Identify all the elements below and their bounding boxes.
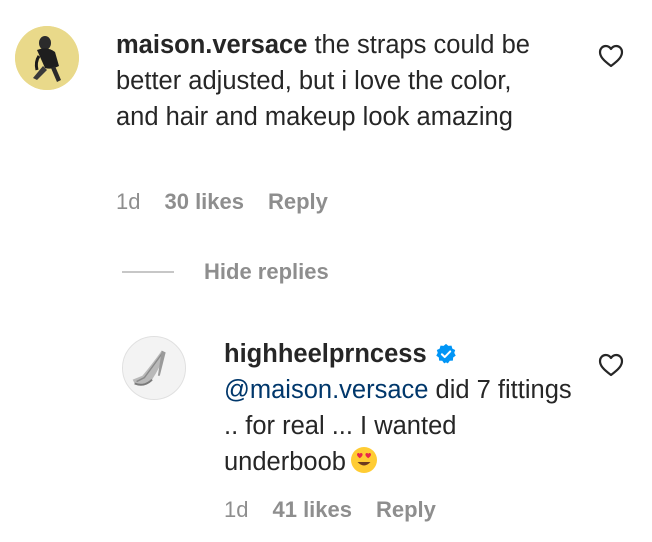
comment-text: highheelprncess @maison.versace did 7 fi… <box>224 336 584 480</box>
comment-meta: 1d 41 likes Reply <box>224 497 436 523</box>
avatar[interactable] <box>122 336 186 400</box>
comment-time: 1d <box>116 189 141 214</box>
avatar-image <box>15 26 79 90</box>
comment-meta: 1d 30 likes Reply <box>116 189 328 215</box>
avatar-image <box>123 337 185 399</box>
verified-badge-icon <box>435 343 456 364</box>
comment-time: 1d <box>224 497 249 522</box>
likes-count[interactable]: 41 likes <box>272 497 352 523</box>
comment-text: maison.versace the straps could be bette… <box>116 27 536 135</box>
comment-username[interactable]: maison.versace <box>116 31 307 59</box>
comment-username[interactable]: highheelprncess <box>224 340 427 368</box>
reply-comment: highheelprncess @maison.versace did 7 fi… <box>0 320 652 542</box>
heart-icon[interactable] <box>598 353 624 377</box>
reply-button[interactable]: Reply <box>376 497 436 523</box>
hide-replies-button[interactable]: Hide replies <box>122 259 329 285</box>
avatar[interactable] <box>15 26 79 90</box>
hide-replies-label: Hide replies <box>204 259 329 284</box>
mention-link[interactable]: @maison.versace <box>224 376 428 404</box>
heart-icon[interactable] <box>598 44 624 68</box>
comment: maison.versace the straps could be bette… <box>0 0 652 230</box>
likes-count[interactable]: 30 likes <box>164 189 244 215</box>
divider-line <box>122 271 174 273</box>
reply-button[interactable]: Reply <box>268 189 328 215</box>
heart-eyes-emoji-icon <box>350 447 377 473</box>
